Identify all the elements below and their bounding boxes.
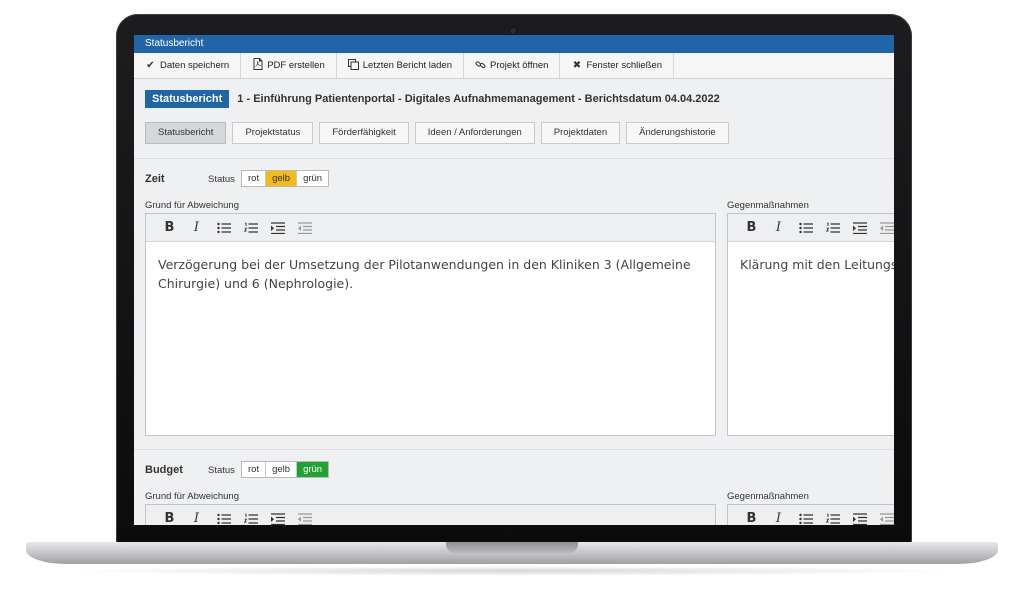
indent-icon[interactable] (264, 512, 291, 525)
bold-icon[interactable]: B (738, 220, 765, 235)
tab-statusbericht[interactable]: Statusbericht (145, 122, 227, 144)
indent-icon[interactable] (264, 221, 291, 234)
outdent-icon[interactable] (291, 221, 318, 234)
italic-icon[interactable]: I (183, 220, 210, 235)
editor-grund-budget: B I (145, 504, 716, 525)
editor-grund-zeit: B I Verzögerung bei der Umsetzung der Pi… (145, 213, 716, 436)
bold-icon[interactable]: B (156, 511, 183, 525)
editor-toolbar: B I (146, 214, 715, 242)
outdent-icon[interactable] (291, 512, 318, 525)
status-option-gelb[interactable]: gelb (266, 462, 298, 477)
italic-icon[interactable]: I (765, 220, 792, 235)
app-screen: Statusbericht ✔ Daten speichern PDF erst… (134, 35, 894, 525)
field-label-grund: Grund für Abweichung (145, 200, 240, 211)
status-option-gruen[interactable]: grün (297, 171, 328, 186)
field-label-gegenmassnahmen: Gegenmaßnahmen (727, 200, 809, 211)
bullet-list-icon[interactable] (792, 513, 819, 525)
editor-gegenmassnahmen-zeit: B I Klärung mit den Leitungse (727, 213, 894, 436)
status-option-gruen[interactable]: grün (297, 462, 329, 477)
bullet-list-icon[interactable] (792, 222, 819, 234)
report-header: Statusbericht 1 - Einführung Patientenpo… (145, 90, 720, 108)
outdent-icon[interactable] (873, 221, 894, 234)
camera-icon (509, 27, 517, 35)
bold-icon[interactable]: B (156, 220, 183, 235)
editor-toolbar: B I (728, 214, 894, 242)
italic-icon[interactable]: I (183, 511, 210, 525)
italic-icon[interactable]: I (765, 511, 792, 525)
status-selector-budget: rot gelb grün (241, 461, 330, 478)
report-title: 1 - Einführung Patientenportal - Digital… (237, 93, 720, 105)
editor-content[interactable]: Verzögerung bei der Umsetzung der Pilota… (146, 242, 715, 306)
outdent-icon[interactable] (873, 512, 894, 525)
checkmark-icon: ✔ (146, 60, 155, 71)
field-label-gegenmassnahmen: Gegenmaßnahmen (727, 491, 809, 502)
laptop-notch (446, 542, 578, 553)
report-badge: Statusbericht (145, 90, 230, 108)
status-option-rot[interactable]: rot (242, 462, 267, 477)
status-option-gelb[interactable]: gelb (266, 171, 298, 186)
copy-icon (347, 58, 359, 73)
indent-icon[interactable] (846, 221, 873, 234)
laptop-shadow (60, 566, 964, 576)
section-title-budget: Budget (145, 464, 183, 476)
status-option-rot[interactable]: rot (242, 171, 267, 186)
save-data-button[interactable]: ✔ Daten speichern (134, 53, 242, 78)
bullet-list-icon[interactable] (210, 513, 237, 525)
numbered-list-icon[interactable] (237, 222, 264, 234)
close-icon: ✖ (572, 60, 582, 71)
tab-bar: Statusbericht Projektstatus Förderfähigk… (145, 122, 729, 144)
status-label: Status (208, 465, 235, 476)
editor-content[interactable]: Klärung mit den Leitungse (728, 242, 894, 287)
status-selector-zeit: rot gelb grün (241, 170, 330, 187)
editor-toolbar: B I (728, 505, 894, 525)
bullet-list-icon[interactable] (210, 222, 237, 234)
tab-foerderfaehigkeit[interactable]: Förderfähigkeit (319, 122, 409, 144)
divider (134, 158, 894, 159)
window-titlebar: Statusbericht (134, 35, 894, 53)
main-toolbar: ✔ Daten speichern PDF erstellen Letzten … (134, 53, 894, 79)
link-icon (475, 59, 486, 73)
open-project-button[interactable]: Projekt öffnen (464, 53, 561, 78)
bold-icon[interactable]: B (738, 511, 765, 525)
indent-icon[interactable] (846, 512, 873, 525)
editor-toolbar: B I (146, 505, 715, 525)
tab-ideen-anforderungen[interactable]: Ideen / Anforderungen (414, 122, 535, 144)
field-label-grund: Grund für Abweichung (145, 491, 240, 502)
numbered-list-icon[interactable] (819, 222, 846, 234)
section-title-zeit: Zeit (145, 173, 165, 185)
tab-projektstatus[interactable]: Projektstatus (232, 122, 314, 144)
tab-projektdaten[interactable]: Projektdaten (540, 122, 621, 144)
close-window-button[interactable]: ✖ Fenster schließen (560, 53, 674, 78)
create-pdf-button[interactable]: PDF erstellen (241, 53, 337, 78)
load-last-report-button[interactable]: Letzten Bericht laden (337, 53, 465, 78)
status-label: Status (208, 174, 235, 185)
divider (134, 449, 894, 450)
pdf-file-icon (252, 58, 263, 73)
editor-gegenmassnahmen-budget: B I (727, 504, 894, 525)
tab-aenderungshistorie[interactable]: Änderungshistorie (626, 122, 729, 144)
numbered-list-icon[interactable] (237, 513, 264, 525)
numbered-list-icon[interactable] (819, 513, 846, 525)
